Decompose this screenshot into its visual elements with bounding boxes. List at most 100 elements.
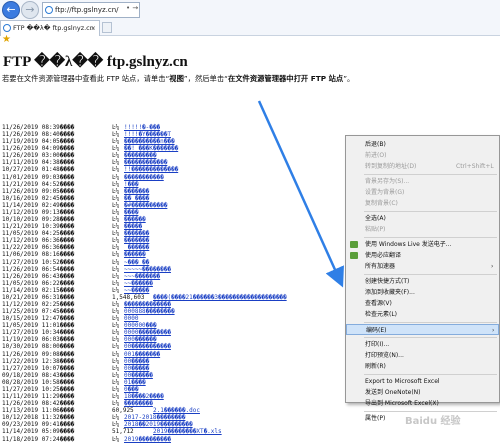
row-type: Ŀ¼ xyxy=(112,364,120,372)
menu-separator xyxy=(364,236,497,238)
row-folder-link[interactable]: 00������ xyxy=(124,372,153,379)
menu-item[interactable]: 所有加速器 › xyxy=(346,261,499,272)
new-tab-button[interactable] xyxy=(102,22,112,33)
menu-item[interactable]: 转到复制的地址(D) Ctrl+Shift+L xyxy=(346,161,499,172)
row-folder-link[interactable]: ~~����� xyxy=(124,287,149,294)
menu-item-label: 粘贴(P) xyxy=(365,226,386,233)
row-type: Ŀ¼ xyxy=(112,371,120,379)
browser-chrome: ← → ftp://ftp.gslnyz.cn/ • → FTP ��λ� ft… xyxy=(0,0,500,36)
row-date: 09/18/2019 08:43���� xyxy=(2,371,75,379)
row-folder-link[interactable]: 2019��������� xyxy=(124,436,171,443)
row-folder-link[interactable]: 000888�������� xyxy=(124,308,175,315)
menu-item[interactable]: 背景另存为(S)... xyxy=(346,176,499,187)
row-folder-link[interactable]: ������ xyxy=(124,251,146,258)
tab-label: FTP ��λ� ftp.gslnyz.cn xyxy=(13,24,94,32)
row-date: 08/28/2019 10:58���� xyxy=(2,378,75,386)
menu-item[interactable]: 使用必应翻译 xyxy=(346,250,499,261)
menu-item-icon xyxy=(350,252,358,259)
menu-item[interactable]: 发送到 OneNote(N) xyxy=(346,387,499,398)
row-folder-link[interactable]: 01���� xyxy=(124,379,146,386)
forward-button[interactable]: → xyxy=(21,1,39,19)
row-type: Ŀ¼ xyxy=(112,393,120,401)
row-folder-link[interactable]: �#���������� xyxy=(124,202,167,209)
row-folder-link[interactable]: 00����� xyxy=(124,358,149,365)
menu-item-label: 添加到收藏夹(F)... xyxy=(365,289,415,296)
menu-item[interactable]: 创建快捷方式(T) xyxy=(346,276,499,287)
back-button[interactable]: ← xyxy=(2,1,20,19)
menu-item[interactable]: 后退(B) xyxy=(346,139,499,150)
menu-item-label: 后退(B) xyxy=(365,141,386,148)
row-type: Ŀ¼ xyxy=(112,308,120,316)
listing-row: 11/18/2019 07:24���� Ŀ¼ 2019��������� xyxy=(0,436,345,444)
row-type: Ŀ¼ xyxy=(112,159,120,167)
tab-strip: FTP ��λ� ftp.gslnyz.cn × xyxy=(0,20,500,36)
menu-item[interactable]: 打印预览(N)... xyxy=(346,350,499,361)
hint-open-keyword: 在文件资源管理器中打开 FTP 站点 xyxy=(227,74,344,83)
menu-item[interactable]: Export to Microsoft Excel xyxy=(346,376,499,387)
row-folder-link[interactable]: 001������� xyxy=(124,351,160,358)
row-folder-link[interactable]: 18����2���� xyxy=(124,393,164,400)
row-type: Ŀ¼ xyxy=(112,279,120,287)
menu-item[interactable]: 前进(O) xyxy=(346,150,499,161)
menu-item[interactable]: 打印(I)... xyxy=(346,339,499,350)
context-menu: 后退(B) 前进(O) 转到复制的地址(D) Ctrl+Shift+L 背景另存为(S)… xyxy=(345,135,500,422)
row-date: 11/26/2019 06:43���� xyxy=(2,272,75,280)
row-type: Ŀ¼ xyxy=(112,251,120,259)
menu-item-label: 刷新(R) xyxy=(365,363,386,370)
row-type: Ŀ¼ xyxy=(112,216,120,224)
row-folder-link[interactable]: 0��� xyxy=(124,386,138,393)
row-file-link[interactable]: ����(����21������3������������������� xyxy=(153,294,287,301)
row-date: 11/05/2019 06:22���� xyxy=(2,279,75,287)
hint-text-3: ”。 xyxy=(343,74,355,83)
menu-item[interactable]: 复制背景(C) xyxy=(346,198,499,209)
menu-item[interactable]: 使用 Windows Live 发送电子... xyxy=(346,239,499,250)
menu-item[interactable]: 刷新(R) xyxy=(346,361,499,372)
hint-text-1: 若要在文件资源管理器中查看此 FTP 站点，请单击“ xyxy=(2,74,170,83)
row-folder-link[interactable]: ���� xyxy=(124,209,138,216)
row-folder-link[interactable]: 00����������� xyxy=(124,343,171,350)
row-folder-link[interactable]: ����������� xyxy=(124,174,164,181)
menu-item[interactable]: 粘贴(P) xyxy=(346,224,499,235)
close-tab-icon[interactable]: × xyxy=(91,21,96,35)
row-type: Ŀ¼ xyxy=(112,400,120,408)
row-folder-link[interactable]: ~~������ xyxy=(124,280,153,287)
row-folder-link[interactable]: !!!!!�-��� xyxy=(124,124,160,131)
row-folder-link[interactable]: !!������������� xyxy=(124,166,178,173)
menu-item[interactable]: 设置为背景(G) xyxy=(346,187,499,198)
menu-item-label: 编码(E) xyxy=(366,327,387,334)
row-type: Ŀ¼ xyxy=(112,223,120,231)
menu-item[interactable]: 导出到 Microsoft Excel(X) xyxy=(346,398,499,409)
menu-separator xyxy=(364,321,497,323)
row-type: Ŀ¼ xyxy=(112,265,120,273)
row-type: Ŀ¼ xyxy=(112,187,120,195)
row-date: 11/26/2019 06:54���� xyxy=(2,265,75,273)
row-folder-link[interactable]: ������� xyxy=(124,188,149,195)
row-folder-link[interactable]: ~~~������� xyxy=(124,273,160,280)
row-folder-link[interactable]: !��� xyxy=(124,181,138,188)
row-folder-link[interactable]: ������ xyxy=(124,216,146,223)
address-text: ftp://ftp.gslnyz.cn/ xyxy=(55,6,119,14)
menu-item[interactable]: 查看源(V) xyxy=(346,298,499,309)
menu-item[interactable]: 添加到收藏夹(F)... xyxy=(346,287,499,298)
menu-item[interactable]: 检查元素(L) xyxy=(346,309,499,320)
row-type: Ŀ¼ xyxy=(112,435,120,443)
tab-ftp[interactable]: FTP ��λ� ftp.gslnyz.cn × xyxy=(0,20,100,36)
menu-item-label: 背景另存为(S)... xyxy=(365,178,410,185)
row-type: Ŀ¼ xyxy=(112,180,120,188)
row-date: 10/21/2019 06:31���� xyxy=(2,293,75,301)
row-date: 11/22/2019 12:38���� xyxy=(2,357,75,365)
address-actions[interactable]: • → xyxy=(126,4,138,12)
row-folder-link[interactable]: ������������� xyxy=(124,301,171,308)
row-date: 11/14/2019 02:15���� xyxy=(2,286,75,294)
row-folder-link[interactable]: 00����� xyxy=(124,365,149,372)
menu-item[interactable]: 全选(A) xyxy=(346,213,499,224)
row-folder-link[interactable]: ��_���� xyxy=(124,195,149,202)
row-folder-link[interactable]: ~~~~~�������� xyxy=(124,266,171,273)
menu-item[interactable]: 编码(E) › xyxy=(346,324,499,335)
menu-item-label: 前进(O) xyxy=(365,152,387,159)
ie-tab-icon xyxy=(3,24,11,32)
row-folder-link[interactable]: �������� xyxy=(124,400,153,407)
favorites-star-icon[interactable]: ★ xyxy=(2,34,11,45)
row-folder-link[interactable]: ~���_�� xyxy=(124,259,149,266)
row-type: Ŀ¼ xyxy=(112,194,120,202)
